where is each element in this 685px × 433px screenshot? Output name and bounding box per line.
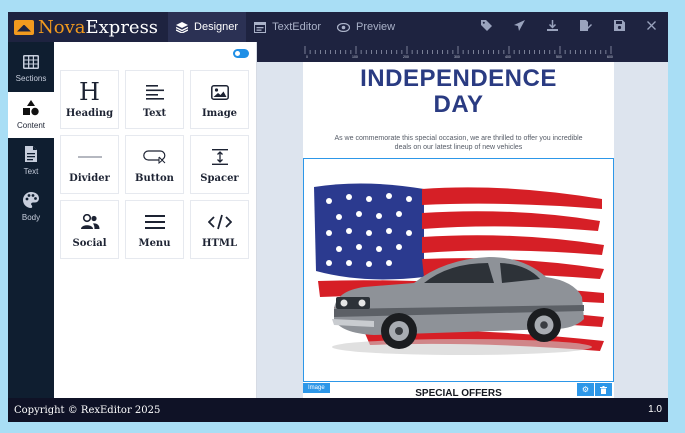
tab-label: TextEditor — [272, 21, 321, 33]
content-panel: H Heading Text Image Divider Button Spac… — [54, 42, 257, 398]
design-canvas: 0 100 200 300 400 500 600 INDEPENDENCE DAY As … — [257, 42, 668, 398]
sidebar-item-label: Sections — [15, 74, 47, 83]
download-icon[interactable] — [547, 20, 558, 34]
tile-button[interactable]: Button — [125, 135, 184, 194]
panel-toggle[interactable] — [233, 49, 249, 58]
tile-heading[interactable]: H Heading — [60, 70, 119, 129]
tab-preview[interactable]: Preview — [329, 12, 403, 42]
sidebar-item-sections[interactable]: Sections — [8, 46, 54, 92]
tile-label: Social — [72, 238, 107, 249]
tile-label: Spacer — [200, 173, 239, 184]
close-icon[interactable] — [647, 21, 656, 33]
sidebar-item-label: Body — [21, 213, 41, 222]
spacer-icon — [211, 145, 228, 169]
ruler-label: 300 — [454, 55, 460, 59]
save-icon[interactable] — [614, 20, 625, 34]
ruler-label: 0 — [306, 55, 308, 59]
eye-icon — [337, 22, 350, 32]
tile-divider[interactable]: Divider — [60, 135, 119, 194]
tile-label: Image — [201, 108, 238, 119]
tile-label: HTML — [202, 238, 237, 249]
send-icon[interactable] — [514, 20, 525, 34]
brand: Nova Express — [14, 12, 158, 42]
version-label: 1.0 — [648, 404, 662, 415]
sidebar-item-content[interactable]: Content — [8, 92, 54, 138]
tile-text[interactable]: Text — [125, 70, 184, 129]
email-page: INDEPENDENCE DAY As we commemorate this … — [303, 62, 614, 398]
tab-label: Preview — [356, 21, 396, 33]
palette-icon — [23, 192, 39, 210]
tab-label: Designer — [194, 21, 239, 33]
tile-image[interactable]: Image — [190, 70, 249, 129]
editor-app: Nova Express Designer TextEditor Preview — [8, 12, 668, 422]
toolbar-actions — [481, 12, 656, 42]
tile-spacer[interactable]: Spacer — [190, 135, 249, 194]
edit-icon[interactable] — [580, 20, 592, 34]
special-offers-heading[interactable]: SPECIAL OFFERS — [303, 388, 614, 398]
menu-icon — [144, 210, 165, 234]
code-icon — [207, 210, 232, 234]
tile-label: Text — [142, 108, 167, 119]
tile-html[interactable]: HTML — [190, 200, 249, 259]
intro-text[interactable]: As we commemorate this special occasion,… — [333, 134, 584, 152]
footer: Copyright © RexEditor 2025 1.0 — [8, 398, 668, 422]
tile-label: Heading — [65, 108, 114, 119]
tile-label: Divider — [69, 173, 110, 184]
ruler-label: 600 — [607, 55, 613, 59]
sidebar-item-text[interactable]: Text — [8, 138, 54, 184]
sidebar-item-label: Text — [23, 167, 39, 176]
copyright-text: Copyright © RexEditor 2025 — [14, 404, 161, 416]
tab-texteditor[interactable]: TextEditor — [246, 12, 329, 42]
headline[interactable]: INDEPENDENCE DAY — [303, 66, 614, 118]
ruler-label: 500 — [556, 55, 562, 59]
top-bar: Nova Express Designer TextEditor Preview — [8, 12, 668, 42]
file-icon — [25, 146, 37, 164]
heading-icon: H — [79, 78, 100, 106]
sidebar-item-label: Content — [16, 121, 46, 130]
logo-icon — [14, 19, 34, 35]
brand-name-part1: Nova — [38, 16, 86, 38]
grid-icon — [23, 55, 39, 71]
layers-icon — [176, 21, 189, 33]
button-icon — [142, 145, 167, 169]
horizontal-ruler: 0 100 200 300 400 500 600 — [304, 46, 613, 59]
ruler-label: 100 — [352, 55, 358, 59]
sidebar-item-body[interactable]: Body — [8, 184, 54, 230]
tab-designer[interactable]: Designer — [168, 12, 247, 42]
ruler-label: 400 — [505, 55, 511, 59]
ruler-bar: 0 100 200 300 400 500 600 — [257, 42, 668, 62]
image-icon — [210, 80, 229, 104]
tile-menu[interactable]: Menu — [125, 200, 184, 259]
image-block[interactable] — [303, 158, 614, 382]
flag-car-image — [314, 183, 604, 355]
headline-line2: DAY — [433, 91, 484, 118]
tile-social[interactable]: Social — [60, 200, 119, 259]
ruler-label: 200 — [403, 55, 409, 59]
shapes-icon — [23, 100, 39, 118]
content-tiles-grid: H Heading Text Image Divider Button Spac… — [60, 70, 249, 259]
divider-icon — [77, 145, 102, 169]
users-icon — [80, 210, 100, 234]
tag-icon[interactable] — [481, 20, 492, 34]
brand-name-part2: Express — [85, 16, 159, 38]
text-lines-icon — [145, 80, 164, 104]
code-window-icon — [254, 21, 267, 33]
tile-label: Menu — [138, 238, 171, 249]
tile-label: Button — [135, 173, 174, 184]
headline-line1: INDEPENDENCE — [360, 65, 557, 92]
left-sidebar: Sections Content Text Body — [8, 42, 54, 398]
